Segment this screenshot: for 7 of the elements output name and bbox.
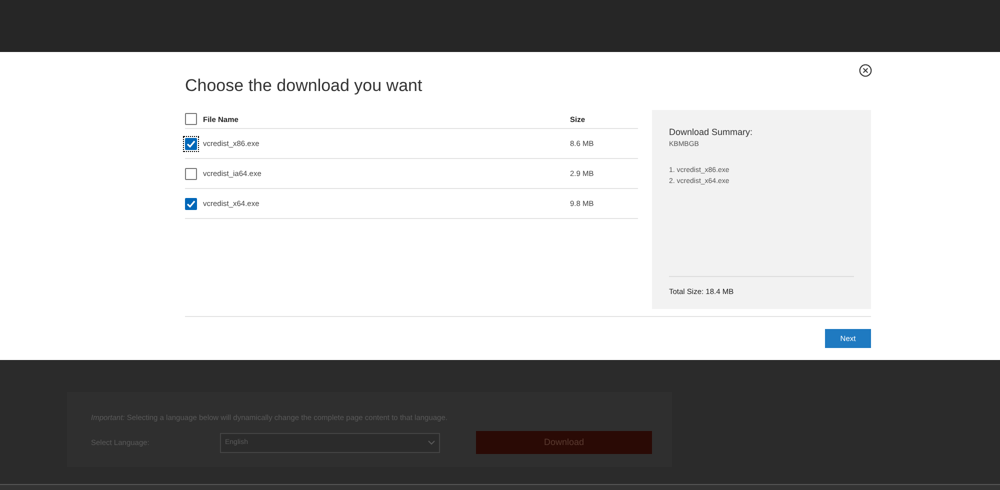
caret-icon [428,440,435,446]
checkbox[interactable] [185,168,197,180]
dialog-title: Choose the download you want [185,76,424,96]
checkbox[interactable] [185,113,197,126]
summary-heading: Download Summary: [669,126,754,140]
checkbox[interactable] [185,198,197,210]
close-button[interactable] [859,64,872,77]
